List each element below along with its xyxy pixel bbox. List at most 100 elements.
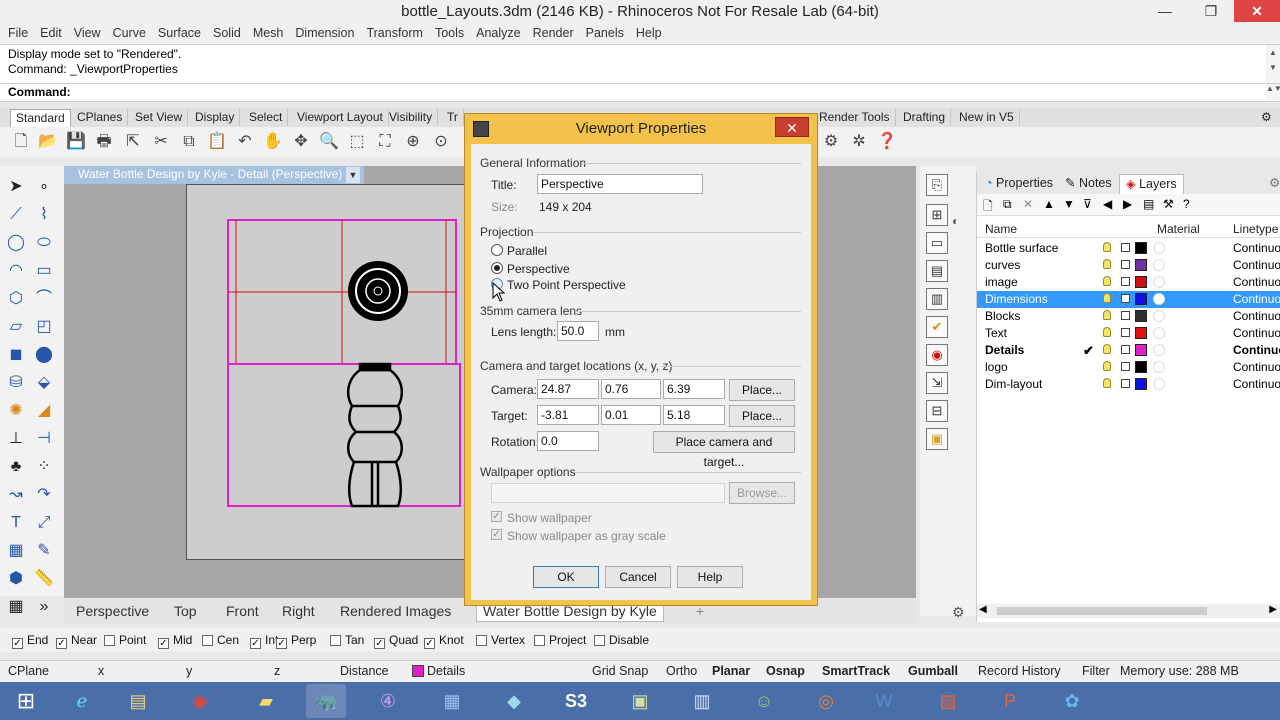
- panel-check-icon[interactable]: ✔: [926, 316, 948, 338]
- layer-name[interactable]: Dim-layout: [985, 376, 1042, 393]
- tab-drafting[interactable]: Drafting: [898, 109, 952, 126]
- loft-icon[interactable]: ◰: [32, 316, 56, 338]
- layer-linetype[interactable]: Continuou: [1233, 240, 1280, 257]
- layer-color-swatch[interactable]: [1135, 276, 1147, 288]
- layer-row-text[interactable]: Text Continuou: [977, 325, 1280, 342]
- filter-icon[interactable]: ⊽: [1083, 197, 1092, 211]
- panel-split-icon[interactable]: ⊟: [926, 400, 948, 422]
- panel-export-icon[interactable]: ⇲: [926, 372, 948, 394]
- parallel-label[interactable]: Parallel: [507, 244, 547, 258]
- layer-name[interactable]: Bottle surface: [985, 240, 1058, 257]
- status-osnap[interactable]: Osnap: [766, 664, 805, 678]
- dimension-icon[interactable]: ⤢: [32, 512, 56, 534]
- menu-file[interactable]: File: [0, 24, 34, 42]
- osnap-point[interactable]: Point: [104, 633, 146, 647]
- layer-row-dimensions[interactable]: Dimensions Continuou: [977, 291, 1280, 308]
- render-settings-gear-icon[interactable]: ⚙: [820, 131, 842, 153]
- edit-icon[interactable]: ✎: [32, 540, 56, 562]
- status-record-history[interactable]: Record History: [978, 664, 1061, 678]
- place-camera-and-target-button[interactable]: Place camera and target...: [653, 431, 795, 469]
- pan-hand-icon[interactable]: ✋: [262, 131, 284, 153]
- s3-app-icon[interactable]: S3: [556, 684, 596, 718]
- osnap-mid[interactable]: ✓ Mid: [158, 633, 192, 649]
- app-4-icon[interactable]: ④: [368, 684, 408, 718]
- layer-visible-bulb-icon[interactable]: [1103, 242, 1111, 252]
- layer-name[interactable]: Blocks: [985, 308, 1020, 325]
- save-icon[interactable]: 💾: [65, 131, 87, 153]
- layer-name[interactable]: logo: [985, 359, 1008, 376]
- new-file-icon[interactable]: 🗋: [10, 131, 32, 153]
- app-blue-icon[interactable]: ◆: [494, 684, 534, 718]
- osnap-project[interactable]: Project: [534, 633, 586, 647]
- cancel-button[interactable]: Cancel: [605, 566, 671, 588]
- tools-icon[interactable]: ⚒: [1163, 197, 1174, 211]
- layer-lock-icon[interactable]: [1121, 311, 1130, 320]
- points-on-icon[interactable]: ⁘: [32, 456, 56, 478]
- osnap-checkbox[interactable]: ✓: [158, 638, 169, 649]
- dialog-close-button[interactable]: ✕: [775, 117, 809, 137]
- close-window-button[interactable]: ✕: [1234, 0, 1280, 22]
- help-button[interactable]: Help: [677, 566, 743, 588]
- panel-page-icon[interactable]: ▭: [926, 232, 948, 254]
- cylinder-icon[interactable]: ⛁: [4, 372, 28, 394]
- layer-color-swatch[interactable]: [1135, 242, 1147, 254]
- osnap-checkbox[interactable]: [330, 635, 341, 646]
- osnap-checkbox[interactable]: [202, 635, 213, 646]
- panel-folder-icon[interactable]: ▣: [926, 428, 948, 450]
- layer-row-curves[interactable]: curves Continuou: [977, 257, 1280, 274]
- surface-icon[interactable]: ▱: [4, 316, 28, 338]
- layer-material-icon[interactable]: [1153, 361, 1165, 373]
- status-layer[interactable]: Details: [412, 664, 465, 678]
- layer-state-icon[interactable]: ▤: [1143, 197, 1154, 211]
- tab-render-tools[interactable]: Render Tools: [814, 109, 896, 126]
- app-green-icon[interactable]: ▣: [620, 684, 660, 718]
- tab-display[interactable]: Display: [190, 109, 241, 126]
- layer-visible-bulb-icon[interactable]: [1103, 293, 1111, 303]
- tab-select[interactable]: Select: [244, 109, 289, 126]
- point-icon[interactable]: ∘: [32, 176, 56, 198]
- layer-lock-icon[interactable]: [1121, 345, 1130, 354]
- panel-layout-icon[interactable]: ▥: [926, 288, 948, 310]
- osnap-checkbox[interactable]: [594, 635, 605, 646]
- layer-color-swatch[interactable]: [1135, 310, 1147, 322]
- layer-row-image[interactable]: image Continuou: [977, 274, 1280, 291]
- layer-color-swatch[interactable]: [1135, 259, 1147, 271]
- zoom-selected-icon[interactable]: ⊕: [402, 131, 424, 153]
- layer-row-bottle-surface[interactable]: Bottle surface Continuou: [977, 240, 1280, 257]
- layers-horizontal-scrollbar[interactable]: ◀ ▶: [977, 604, 1280, 618]
- menu-surface[interactable]: Surface: [152, 24, 207, 42]
- osnap-checkbox[interactable]: ✓: [56, 638, 67, 649]
- tab-truncated[interactable]: Tr: [442, 109, 464, 126]
- panel-settings-gear-icon[interactable]: ⚙: [1263, 174, 1280, 193]
- layer-lock-icon[interactable]: [1121, 277, 1130, 286]
- transform-icon[interactable]: ✺: [4, 400, 28, 422]
- status-smarttrack[interactable]: SmartTrack: [822, 664, 890, 678]
- film-app-icon[interactable]: ▦: [432, 684, 472, 718]
- tab-notes[interactable]: ✎ Notes: [1059, 174, 1118, 193]
- powerpoint-icon[interactable]: P: [990, 684, 1030, 718]
- camera-z-field[interactable]: 6.39: [663, 379, 725, 399]
- osnap-near[interactable]: ✓ Near: [56, 633, 97, 649]
- menu-mesh[interactable]: Mesh: [247, 24, 290, 42]
- ruler-icon[interactable]: 📏: [32, 568, 56, 590]
- ellipse-icon[interactable]: ⬭: [32, 232, 56, 254]
- block-icon[interactable]: ⬢: [4, 568, 28, 590]
- curve-icon[interactable]: ⌇: [32, 204, 56, 226]
- layer-row-logo[interactable]: logo Continuou: [977, 359, 1280, 376]
- boolean-icon[interactable]: ♣: [4, 456, 28, 478]
- tab-cplanes[interactable]: CPlanes: [72, 109, 129, 126]
- prev-state-icon[interactable]: ◀: [1103, 197, 1112, 211]
- panel-add-icon[interactable]: ⊞: [926, 204, 948, 226]
- osnap-checkbox[interactable]: ✓: [276, 638, 287, 649]
- column-linetype[interactable]: Linetype: [1233, 222, 1278, 236]
- tab-layers[interactable]: ◈ Layers: [1119, 174, 1184, 194]
- viewport-title[interactable]: Water Bottle Design by Kyle - Detail (Pe…: [64, 166, 364, 184]
- export-icon[interactable]: ⇱: [122, 131, 144, 153]
- layer-linetype[interactable]: Continuou: [1233, 308, 1280, 325]
- layer-visible-bulb-icon[interactable]: [1103, 310, 1111, 320]
- layer-linetype[interactable]: Continuou: [1233, 291, 1280, 308]
- menu-curve[interactable]: Curve: [107, 24, 152, 42]
- layer-linetype[interactable]: Continuou: [1233, 376, 1280, 393]
- array-icon[interactable]: ▦: [4, 540, 28, 562]
- layer-material-icon[interactable]: [1153, 344, 1165, 356]
